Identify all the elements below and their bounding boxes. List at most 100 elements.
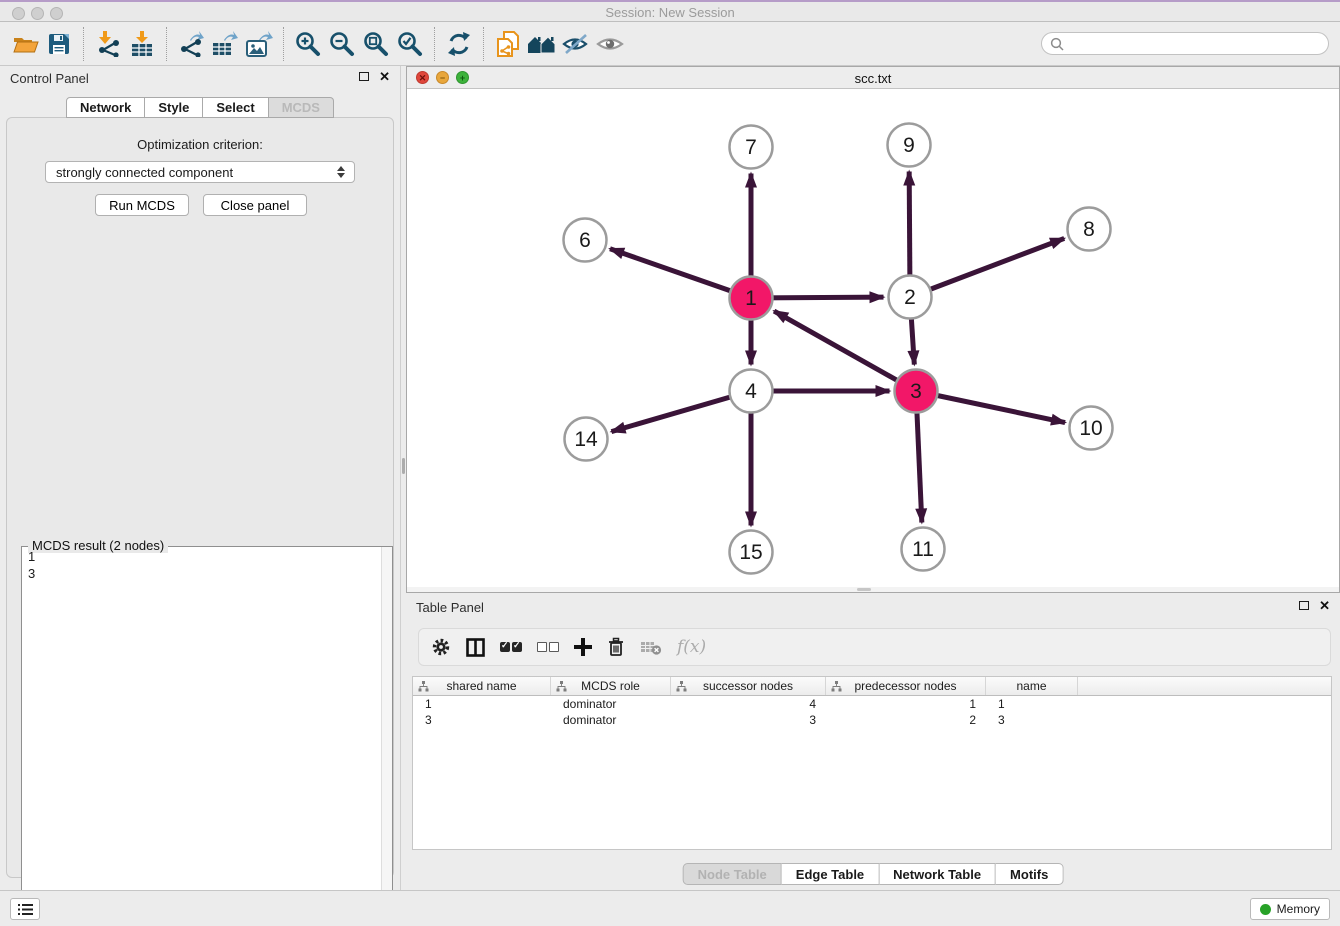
- control-panel-tabs: Network Style Select MCDS: [66, 97, 334, 118]
- table-cell[interactable]: dominator: [551, 696, 671, 712]
- export-network-button[interactable]: [174, 27, 208, 61]
- refresh-layout-button[interactable]: [442, 27, 476, 61]
- search-icon: [1050, 37, 1064, 51]
- canvas-hscroll-handle[interactable]: [857, 588, 871, 591]
- save-floppy-icon: [48, 33, 70, 55]
- table-cell[interactable]: 2: [826, 712, 986, 728]
- close-panel-button[interactable]: Close panel: [203, 194, 307, 216]
- network-canvas[interactable]: 7 9 6 8 1 2 4 3 14 10 15 11: [407, 89, 1339, 592]
- table-cell[interactable]: 1: [826, 696, 986, 712]
- graph-node-8[interactable]: 8: [1068, 208, 1111, 251]
- column-header-mcds-role[interactable]: MCDS role: [551, 677, 671, 695]
- tab-edge-table[interactable]: Edge Table: [782, 863, 879, 885]
- delete-column-button[interactable]: [607, 635, 625, 659]
- tab-mcds[interactable]: MCDS: [269, 97, 334, 118]
- run-mcds-button[interactable]: Run MCDS: [95, 194, 189, 216]
- canvas-hscrollbar[interactable]: [407, 587, 1339, 592]
- create-column-button[interactable]: [574, 635, 592, 659]
- graph-node-6[interactable]: 6: [564, 219, 607, 262]
- show-all-button[interactable]: [593, 27, 627, 61]
- graph-edge-3-1: [774, 311, 916, 391]
- float-panel-icon[interactable]: [359, 72, 369, 81]
- tab-node-table[interactable]: Node Table: [683, 863, 782, 885]
- graph-node-2[interactable]: 2: [889, 276, 932, 319]
- select-all-columns-button[interactable]: [500, 635, 522, 659]
- zoom-in-button[interactable]: [291, 27, 325, 61]
- float-table-panel-icon[interactable]: [1299, 601, 1309, 610]
- column-header-predecessor-nodes[interactable]: predecessor nodes: [826, 677, 986, 695]
- checked-box-icon: [512, 642, 522, 652]
- table-cell[interactable]: 3: [413, 712, 551, 728]
- graph-node-9[interactable]: 9: [888, 124, 931, 167]
- network-window-title: scc.txt: [407, 71, 1339, 86]
- hierarchy-icon: [418, 681, 429, 692]
- first-neighbors-button[interactable]: [525, 27, 559, 61]
- tab-motifs[interactable]: Motifs: [996, 863, 1063, 885]
- zoom-fit-icon: [363, 31, 389, 57]
- houses-icon: [527, 33, 557, 55]
- table-row[interactable]: 3dominator323: [413, 712, 1331, 728]
- mcds-result-item[interactable]: 3: [22, 565, 380, 582]
- node-table: shared name MCDS role successor nodes pr…: [412, 676, 1332, 850]
- export-image-button[interactable]: [242, 27, 276, 61]
- optimization-criterion-select[interactable]: strongly connected component: [45, 161, 355, 183]
- table-settings-button[interactable]: [431, 635, 451, 659]
- memory-button[interactable]: Memory: [1250, 898, 1330, 920]
- import-network-icon: [95, 31, 121, 57]
- graph-node-1[interactable]: 1: [730, 277, 773, 320]
- tab-network[interactable]: Network: [66, 97, 145, 118]
- graph-node-15[interactable]: 15: [730, 531, 773, 574]
- mcds-panel: Optimization criterion: strongly connect…: [6, 117, 394, 878]
- delete-table-button[interactable]: [640, 635, 662, 659]
- function-builder-button[interactable]: f(x): [677, 635, 706, 659]
- graph-node-11[interactable]: 11: [902, 528, 945, 571]
- search-input[interactable]: [1069, 37, 1328, 51]
- table-row[interactable]: 1dominator411: [413, 696, 1331, 712]
- clone-network-button[interactable]: [491, 27, 525, 61]
- mcds-result-item[interactable]: 1: [22, 548, 380, 565]
- column-header-shared-name[interactable]: shared name: [413, 677, 551, 695]
- column-header-successor-nodes[interactable]: successor nodes: [671, 677, 826, 695]
- zoom-out-button[interactable]: [325, 27, 359, 61]
- search-field[interactable]: [1041, 32, 1329, 55]
- hide-selected-button[interactable]: [559, 27, 593, 61]
- task-history-button[interactable]: [10, 898, 40, 920]
- show-columns-button[interactable]: [466, 635, 485, 659]
- zoom-fit-button[interactable]: [359, 27, 393, 61]
- graph-edge-2-8: [910, 238, 1064, 297]
- tab-select[interactable]: Select: [203, 97, 268, 118]
- open-session-button[interactable]: [8, 27, 42, 61]
- export-table-button[interactable]: [208, 27, 242, 61]
- import-table-button[interactable]: [125, 27, 159, 61]
- export-network-icon: [178, 31, 204, 57]
- close-table-panel-icon[interactable]: ✕: [1319, 600, 1330, 611]
- import-network-button[interactable]: [91, 27, 125, 61]
- table-cell[interactable]: 3: [671, 712, 826, 728]
- hierarchy-icon: [676, 681, 687, 692]
- table-cell[interactable]: 1: [413, 696, 551, 712]
- tab-style[interactable]: Style: [145, 97, 203, 118]
- save-session-button[interactable]: [42, 27, 76, 61]
- graph-node-7[interactable]: 7: [730, 126, 773, 169]
- trash-icon: [607, 637, 625, 657]
- clone-network-icon: [495, 30, 521, 58]
- mcds-scrollbar[interactable]: [381, 547, 392, 919]
- table-cell[interactable]: 1: [986, 696, 1078, 712]
- graph-node-label: 1: [745, 287, 757, 310]
- zoom-selected-button[interactable]: [393, 27, 427, 61]
- mcds-result-list[interactable]: 13: [22, 548, 380, 919]
- column-header-name[interactable]: name: [986, 677, 1078, 695]
- graph-node-4[interactable]: 4: [730, 370, 773, 413]
- deselect-all-columns-button[interactable]: [537, 635, 559, 659]
- table-cell[interactable]: 4: [671, 696, 826, 712]
- table-cell[interactable]: 3: [986, 712, 1078, 728]
- graph-node-3[interactable]: 3: [895, 370, 938, 413]
- table-cell[interactable]: dominator: [551, 712, 671, 728]
- close-panel-icon[interactable]: ✕: [379, 71, 390, 82]
- plus-icon: [574, 638, 592, 656]
- graph-node-10[interactable]: 10: [1070, 407, 1113, 450]
- status-bar: Memory: [0, 890, 1340, 926]
- tab-network-table[interactable]: Network Table: [879, 863, 996, 885]
- graph-node-14[interactable]: 14: [565, 418, 608, 461]
- import-table-icon: [130, 31, 154, 57]
